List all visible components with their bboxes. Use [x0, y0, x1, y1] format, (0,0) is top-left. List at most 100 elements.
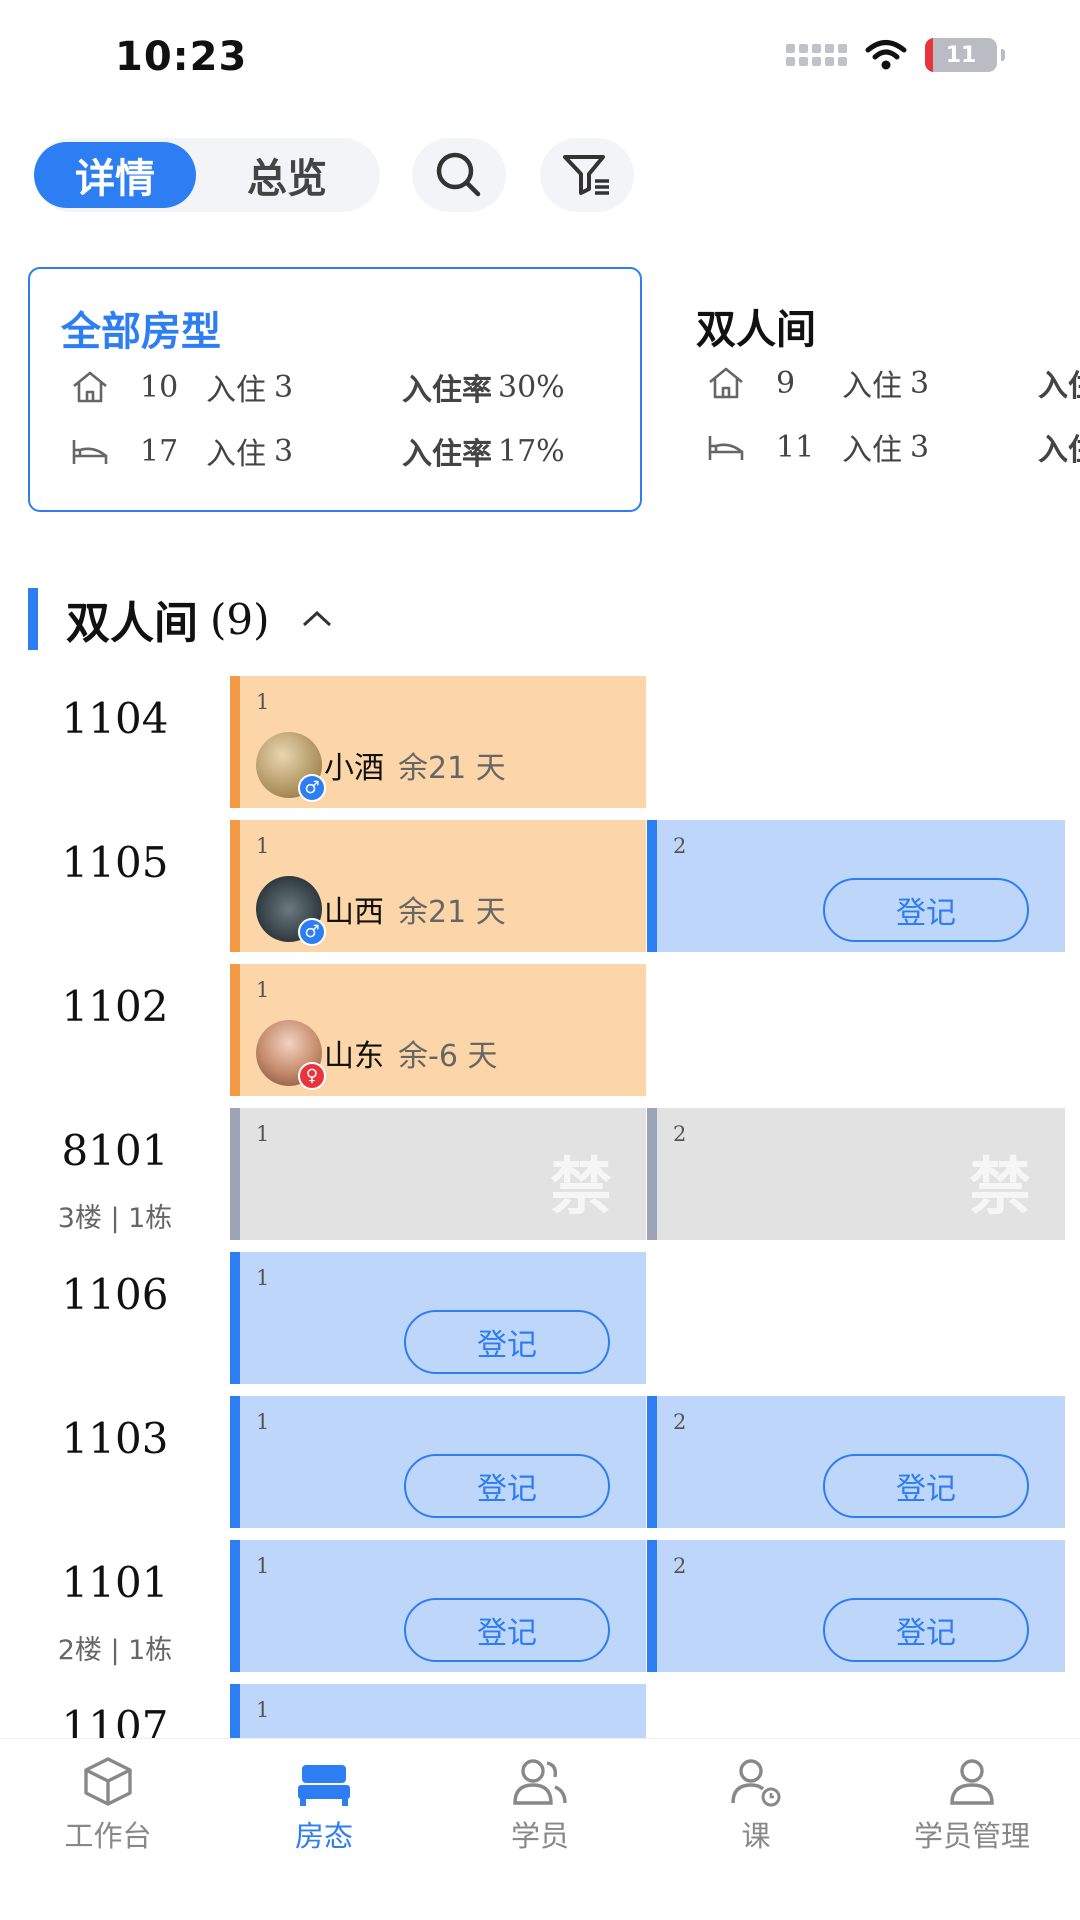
tab-overview[interactable]: 总览 — [206, 142, 368, 208]
users-icon — [513, 1759, 567, 1805]
guest-name: 山西 — [324, 895, 384, 930]
bed-status-stripe — [230, 1540, 240, 1672]
register-button[interactable]: 登记 — [823, 878, 1029, 942]
search-icon — [436, 152, 481, 197]
bed-status-stripe — [647, 1108, 657, 1240]
bed-number: 2 — [673, 1554, 687, 1578]
tab-detail[interactable]: 详情 — [34, 142, 196, 208]
bed-cell-free[interactable]: 1登记 — [230, 1684, 646, 1738]
bed-number: 1 — [256, 1122, 270, 1146]
nav-item-workbench[interactable]: 工作台 — [0, 1751, 216, 1855]
room-stats-row: 10 入住 3 入住率 30% — [68, 365, 565, 409]
room-location: 2楼 | 1栋 — [57, 1635, 173, 1666]
banned-mark: 禁 — [549, 1150, 612, 1223]
bed-cell-free[interactable]: 1登记 — [230, 1396, 646, 1528]
room-number: 1102 — [61, 982, 169, 1031]
summary-card-all[interactable]: 全部房型 10 入住 3 入住率 30% 17 入住 3 入住率 17% — [28, 267, 642, 512]
guest-info[interactable]: ♀ 山东 余-6 天 — [256, 1020, 498, 1090]
section-header[interactable]: 双人间 (9) — [28, 588, 334, 650]
bed-cell-occupied[interactable]: 1 ♂ 小酒 余21 天 — [230, 676, 646, 808]
occupied-count: 3 — [274, 369, 294, 405]
room-number: 1103 — [61, 1414, 169, 1463]
bed-cell-occupied[interactable]: 1 ♂ 山西 余21 天 — [230, 820, 646, 952]
register-button[interactable]: 登记 — [823, 1454, 1029, 1518]
bed-cell-banned: 1禁 — [230, 1108, 646, 1240]
room-row: 1105 1 ♂ 山西 余21 天 2 登记 — [0, 820, 1080, 952]
guest-info[interactable]: ♂ 山西 余21 天 — [256, 876, 506, 946]
bed-cell-free[interactable]: 1 登记 — [230, 1540, 646, 1672]
nav-label: 课 — [741, 1819, 771, 1853]
battery-icon: 11 — [925, 38, 997, 72]
search-button[interactable] — [412, 138, 506, 212]
room-row: 1101 2楼 | 1栋 1 登记 2 登记 — [0, 1540, 1080, 1672]
female-icon: ♀ — [298, 1062, 326, 1090]
bed-status-stripe — [230, 820, 240, 952]
bed-status-stripe — [230, 1252, 240, 1384]
bed-stats-row: 11 入住 3 入住率 — [704, 425, 1080, 469]
filter-icon — [563, 155, 609, 195]
chevron-up-icon[interactable] — [300, 608, 334, 630]
nav-item-class[interactable]: 课 — [648, 1751, 864, 1855]
summary-card-double[interactable]: 双人间 9 入住 3 入住率 11 入住 3 入住率 — [678, 267, 1080, 512]
room-row: 1107 1登记 — [0, 1684, 1080, 1738]
register-button[interactable]: 登记 — [404, 1454, 610, 1518]
bed-cell-free[interactable]: 2 登记 — [647, 1540, 1065, 1672]
room-total: 9 — [776, 365, 796, 401]
rate-label: 入住率 — [402, 437, 492, 472]
remaining-days: 余-6 天 — [398, 1039, 498, 1074]
rate-label: 入住率 — [402, 373, 492, 408]
bed-cell-free[interactable]: 2 登记 — [647, 820, 1065, 952]
remaining-days: 余21 天 — [398, 751, 506, 786]
bed-outline-icon — [704, 432, 748, 462]
guest-info[interactable]: ♂ 小酒 余21 天 — [256, 732, 506, 802]
register-button[interactable]: 登记 — [404, 1598, 610, 1662]
status-icons: 11 — [786, 38, 1005, 72]
room-list: 1104 1 ♂ 小酒 余21 天 1105 1 ♂ 山西 余21 天 2 登记 1102 1 ♀ 山东 余-6… — [0, 676, 1080, 1738]
summary-card-title: 全部房型 — [61, 309, 221, 355]
bed-number: 1 — [256, 1698, 270, 1722]
bed-number: 1 — [256, 690, 270, 714]
occupied-label: 入住 — [842, 369, 902, 404]
user-clock-icon — [731, 1759, 781, 1807]
filter-button[interactable] — [540, 138, 634, 212]
bed-icon — [298, 1765, 350, 1806]
nav-item-students[interactable]: 学员 — [432, 1751, 648, 1855]
occupied-label: 入住 — [206, 437, 266, 472]
occupied-count: 3 — [274, 433, 294, 469]
avatar: ♂ — [256, 732, 326, 802]
room-stats-row: 9 入住 3 入住率 — [704, 361, 1080, 405]
wifi-icon — [865, 40, 907, 70]
rate-label: 入住率 — [1038, 369, 1080, 404]
status-bar: 10:23 11 — [0, 0, 1080, 110]
remaining-days: 余21 天 — [398, 895, 506, 930]
bed-cell-occupied[interactable]: 1 ♀ 山东 余-6 天 — [230, 964, 646, 1096]
nav-label: 房态 — [294, 1819, 353, 1853]
occupancy-rate: 30% — [498, 369, 565, 405]
nav-item-student-management[interactable]: 学员管理 — [864, 1751, 1080, 1855]
bed-number: 2 — [673, 1122, 687, 1146]
room-row: 1104 1 ♂ 小酒 余21 天 — [0, 676, 1080, 808]
register-button[interactable]: 登记 — [404, 1310, 610, 1374]
bed-cell-free[interactable]: 2 登记 — [647, 1396, 1065, 1528]
register-button[interactable]: 登记 — [823, 1598, 1029, 1662]
bed-total: 11 — [776, 429, 815, 465]
room-row: 1103 1 登记 2 登记 — [0, 1396, 1080, 1528]
male-icon: ♂ — [298, 774, 326, 802]
section-title: 双人间 — [66, 598, 198, 649]
avatar: ♀ — [256, 1020, 326, 1090]
bed-number: 2 — [673, 834, 687, 858]
bed-status-stripe — [647, 1540, 657, 1672]
room-number: 1107 — [61, 1702, 169, 1738]
bed-status-stripe — [230, 1396, 240, 1528]
bed-cell-free[interactable]: 1登记 — [230, 1252, 646, 1384]
bed-total: 17 — [140, 433, 179, 469]
bed-status-stripe — [647, 1396, 657, 1528]
bed-number: 1 — [256, 1554, 270, 1578]
nav-label: 学员管理 — [913, 1819, 1030, 1853]
occupied-label: 入住 — [842, 433, 902, 468]
room-location: 3楼 | 1栋 — [57, 1203, 173, 1234]
nav-item-room-status[interactable]: 房态 — [216, 1751, 432, 1855]
occupancy-rate: 17% — [498, 433, 565, 469]
bed-status-stripe — [230, 1684, 240, 1738]
room-number: 1101 — [61, 1558, 169, 1607]
